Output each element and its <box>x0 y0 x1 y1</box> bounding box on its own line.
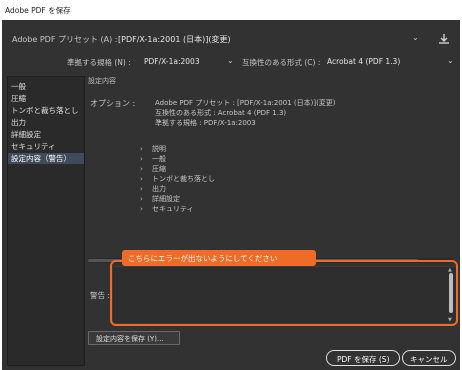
tree-item-advanced[interactable]: › 詳細設定 <box>140 194 180 204</box>
annotation-callout: こちらにエラーが出ないようにしてください <box>122 250 316 266</box>
chevron-right-icon[interactable]: › <box>140 205 152 213</box>
warnings-label: 警告 : <box>90 291 110 300</box>
category-sidebar: 一般 圧縮 トンボと裁ち落とし 出力 詳細設定 セキュリティ 設定内容（警告） <box>7 76 85 366</box>
save-preset-icon[interactable] <box>438 33 450 45</box>
sidebar-item-security[interactable]: セキュリティ <box>8 141 84 152</box>
sidebar-item-output[interactable]: 出力 <box>8 117 84 128</box>
save-pdf-dialog: Adobe PDF プリセット (A) : [PDF/X-1a:2001 (日本… <box>2 20 460 370</box>
sidebar-item-advanced[interactable]: 詳細設定 <box>8 129 84 140</box>
options-label: オプション : <box>90 99 136 108</box>
summary-line: Adobe PDF プリセット : [PDF/X-1a:2001 (日本)](変… <box>155 99 336 107</box>
chevron-down-icon[interactable]: ⌄ <box>227 56 234 65</box>
chevron-right-icon[interactable]: › <box>140 145 152 153</box>
save-pdf-button[interactable]: PDF を保存 (S) <box>326 350 400 366</box>
preset-label: Adobe PDF プリセット (A) : <box>12 35 118 44</box>
compat-label: 互換性のある形式 (C) : <box>242 58 321 67</box>
chevron-right-icon[interactable]: › <box>140 185 152 193</box>
options-summary-box: オプション : Adobe PDF プリセット : [PDF/X-1a:2001… <box>88 88 453 260</box>
chevron-right-icon[interactable]: › <box>140 155 152 163</box>
section-header: 設定内容 <box>88 77 116 85</box>
chevron-right-icon[interactable]: › <box>140 165 152 173</box>
tree-item-marks-bleeds[interactable]: › トンボと裁ち落とし <box>140 174 215 184</box>
chevron-down-icon[interactable]: ⌄ <box>412 33 419 42</box>
sidebar-item-marks-bleeds[interactable]: トンボと裁ち落とし <box>8 105 84 116</box>
tree-item-description[interactable]: › 説明 <box>140 144 166 154</box>
tree-item-compression[interactable]: › 圧縮 <box>140 164 166 174</box>
chevron-right-icon[interactable]: › <box>140 195 152 203</box>
sidebar-item-compression[interactable]: 圧縮 <box>8 93 84 104</box>
window-title: Adobe PDF を保存 <box>0 0 462 20</box>
standard-compat-row: 準拠する規格 (N) : PDF/X-1a:2003 ⌄ 互換性のある形式 (C… <box>2 56 460 70</box>
annotation-highlight-frame <box>110 260 458 326</box>
tree-item-output[interactable]: › 出力 <box>140 184 166 194</box>
standard-label: 準拠する規格 (N) : <box>67 58 131 67</box>
chevron-down-icon[interactable]: ⌄ <box>447 56 454 65</box>
preset-select[interactable]: [PDF/X-1a:2001 (日本)](変更) <box>118 34 231 45</box>
cancel-button[interactable]: キャンセル <box>402 350 456 366</box>
save-summary-button[interactable]: 設定内容を保存 (Y)... <box>88 331 180 345</box>
sidebar-item-general[interactable]: 一般 <box>8 81 84 92</box>
preset-row: Adobe PDF プリセット (A) : [PDF/X-1a:2001 (日本… <box>2 33 460 47</box>
sidebar-item-summary[interactable]: 設定内容（警告） <box>8 153 84 164</box>
tree-item-general[interactable]: › 一般 <box>140 154 166 164</box>
compat-select[interactable]: Acrobat 4 (PDF 1.3) <box>327 57 400 66</box>
summary-line: 互換性のある形式 : Acrobat 4 (PDF 1.3) <box>155 109 287 117</box>
standard-select[interactable]: PDF/X-1a:2003 <box>144 57 200 66</box>
tree-item-security[interactable]: › セキュリティ <box>140 204 194 214</box>
chevron-right-icon[interactable]: › <box>140 175 152 183</box>
summary-line: 準拠する規格 : PDF/X-1a:2003 <box>155 119 256 127</box>
